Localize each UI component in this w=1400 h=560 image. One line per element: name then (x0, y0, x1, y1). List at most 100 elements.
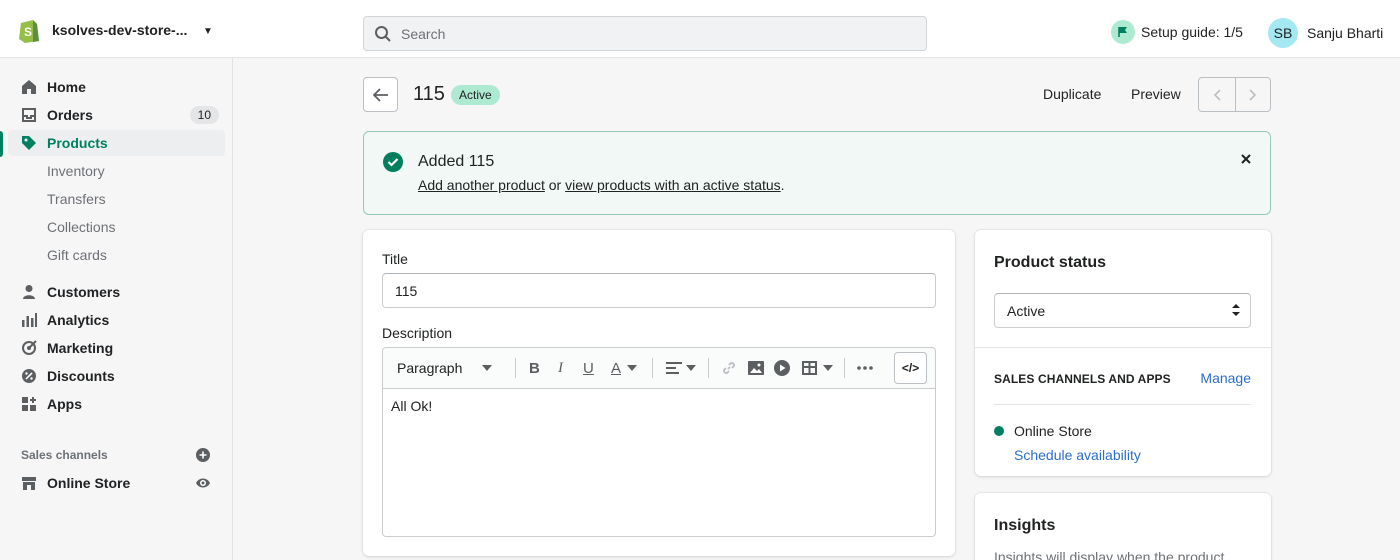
text-color-button[interactable]: A (611, 358, 638, 378)
active-indicator (0, 131, 3, 157)
align-left-icon (666, 362, 682, 374)
bold-button[interactable]: B (529, 358, 540, 378)
preview-button[interactable]: Preview (1131, 86, 1181, 102)
shopify-logo-icon: S (19, 20, 39, 43)
play-circle-icon (774, 360, 790, 376)
schedule-availability-link[interactable]: Schedule availability (1014, 447, 1141, 463)
sidebar-item-transfers[interactable]: Transfers (8, 186, 225, 212)
sidebar-item-label: Orders (47, 107, 93, 123)
target-icon (22, 340, 37, 355)
product-status-heading: Product status (994, 254, 1107, 271)
more-button[interactable] (857, 358, 873, 378)
sidebar-item-label: Customers (47, 284, 121, 300)
link-button[interactable] (721, 358, 737, 378)
manage-link[interactable]: Manage (1200, 370, 1251, 386)
setup-guide-label: Setup guide: 1/5 (1141, 24, 1243, 40)
align-button[interactable] (666, 358, 696, 378)
sidebar-item-orders[interactable]: Orders 10 (8, 102, 225, 128)
sidebar-item-label: Products (47, 135, 108, 151)
user-name: Sanju Bharti (1307, 25, 1384, 41)
sidebar-item-home[interactable]: Home (8, 74, 225, 100)
description-content[interactable]: All Ok! (391, 398, 432, 414)
image-button[interactable] (748, 358, 764, 378)
chevron-left-icon (1213, 88, 1221, 101)
chevron-down-icon[interactable]: ▼ (203, 26, 213, 37)
status-select[interactable]: Active (994, 293, 1251, 328)
add-another-product-link[interactable]: Add another product (418, 177, 545, 193)
sidebar-item-customers[interactable]: Customers (8, 279, 225, 305)
editor-toolbar: Paragraph B I U A </> (383, 348, 935, 389)
previous-button[interactable] (1199, 78, 1235, 111)
bold-icon: B (529, 359, 540, 377)
sidebar-item-discounts[interactable]: Discounts (8, 363, 225, 389)
sidebar-item-apps[interactable]: Apps (8, 391, 225, 417)
success-banner: Added 115 Add another product or view pr… (363, 131, 1271, 215)
sidebar-item-marketing[interactable]: Marketing (8, 335, 225, 361)
search-input[interactable] (401, 25, 901, 42)
table-icon (802, 361, 817, 375)
search-bar[interactable] (363, 16, 927, 51)
link-icon (723, 362, 735, 374)
view-active-products-link[interactable]: view products with an active status (565, 177, 781, 193)
sidebar: Home Orders 10 Products Inventory Transf… (0, 58, 233, 560)
eye-icon[interactable] (195, 476, 211, 490)
sidebar-item-collections[interactable]: Collections (8, 214, 225, 240)
flag-icon (1111, 20, 1135, 44)
arrow-left-icon (372, 87, 388, 102)
bar-chart-icon (22, 313, 37, 327)
tag-icon (22, 136, 36, 150)
setup-guide-button[interactable]: Setup guide: 1/5 (1111, 20, 1243, 44)
description-label: Description (382, 325, 453, 341)
discount-icon (22, 369, 36, 383)
avatar: SB (1268, 18, 1298, 48)
sidebar-item-online-store[interactable]: Online Store (8, 470, 225, 496)
underline-button[interactable]: U (583, 358, 594, 378)
duplicate-button[interactable]: Duplicate (1043, 86, 1101, 102)
status-badge: Active (451, 85, 500, 105)
person-icon (23, 285, 35, 299)
sidebar-item-label: Apps (47, 396, 82, 412)
insights-description: Insights will display when the product (994, 549, 1225, 560)
top-bar: S ksolves-dev-store-... ▼ Setup guide: 1… (0, 0, 1400, 58)
underline-icon: U (583, 359, 594, 377)
banner-connector: or (544, 177, 566, 193)
sidebar-item-analytics[interactable]: Analytics (8, 307, 225, 333)
text-color-icon: A (611, 359, 622, 377)
add-circle-icon[interactable] (196, 448, 210, 462)
store-name: ksolves-dev-store-... (52, 22, 188, 38)
chevron-right-icon (1249, 88, 1256, 101)
store-switcher[interactable]: S ksolves-dev-store-... (18, 17, 187, 43)
orders-count-badge: 10 (189, 106, 219, 124)
italic-button[interactable]: I (558, 358, 563, 378)
pagination (1198, 77, 1271, 112)
banner-period: . (780, 177, 785, 193)
sales-channels-title: SALES CHANNELS AND APPS (994, 372, 1171, 386)
sidebar-item-label: Transfers (47, 191, 106, 207)
sidebar-item-label: Inventory (47, 163, 105, 179)
sidebar-item-label: Analytics (47, 312, 110, 328)
video-button[interactable] (774, 358, 790, 378)
description-editor: Paragraph B I U A </> All Ok! (382, 347, 936, 537)
sidebar-item-gift-cards[interactable]: Gift cards (8, 242, 225, 268)
html-code-button[interactable]: </> (894, 352, 927, 384)
insights-card: Insights Insights will display when the … (975, 493, 1271, 560)
title-field[interactable] (382, 273, 936, 308)
banner-title: Added 115 (418, 153, 495, 170)
back-button[interactable] (363, 77, 398, 112)
svg-text:S: S (24, 25, 32, 39)
table-button[interactable] (802, 358, 833, 378)
sidebar-item-inventory[interactable]: Inventory (8, 158, 225, 184)
caret-down-icon (627, 365, 638, 371)
sidebar-item-products[interactable]: Products (8, 130, 225, 156)
sidebar-item-label: Online Store (47, 475, 131, 491)
next-button[interactable] (1234, 78, 1271, 111)
title-label: Title (382, 251, 408, 267)
channel-online-store: Online Store (1014, 423, 1092, 439)
home-icon (22, 80, 36, 94)
italic-icon: I (558, 359, 563, 376)
paragraph-select[interactable]: Paragraph (397, 358, 493, 378)
close-icon[interactable] (1240, 153, 1252, 165)
user-menu[interactable]: SB Sanju Bharti (1268, 18, 1383, 48)
caret-down-icon (823, 365, 833, 371)
code-icon: </> (901, 361, 920, 375)
